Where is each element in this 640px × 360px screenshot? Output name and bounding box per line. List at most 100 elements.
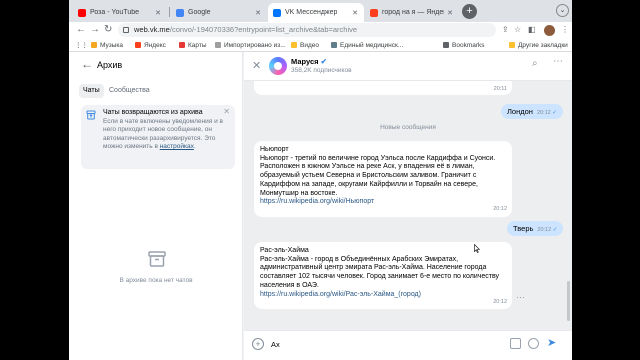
archive-header: ← Архив [69,52,243,78]
message-title: Рас-эль-Хайма [260,247,309,254]
message-title: Ньюпорт [260,146,289,153]
chat-name[interactable]: Маруся ✔ [291,57,327,66]
bookmark-yandex[interactable]: Яндекс [135,40,166,50]
bookmark-other[interactable]: Другие закладки [509,40,568,50]
back-arrow-icon[interactable]: ← [81,57,93,71]
tab-search-button[interactable]: ⌄ [556,4,569,17]
tab-communities[interactable]: Сообщества [109,84,150,98]
bookmark-music[interactable]: Музыка [91,40,123,50]
tab-chats[interactable]: Чаты [79,84,104,98]
message-composer: + ➤ [244,330,572,360]
address-path: /convo/-194070336?entrypoint=list_archiv… [169,25,358,34]
message-actions-icon[interactable]: ⋯ [516,292,525,303]
read-check-icon: ✓ [552,110,557,116]
vk-page: ← Архив Чаты Сообщества Чаты возвращаютс… [69,52,572,360]
message-bubble: 20:11 [254,81,512,95]
forward-icon[interactable]: → [90,23,100,37]
yandex-icon [135,42,141,48]
message-bubble-out: Лондон 20:12 ✓ [501,104,563,119]
back-icon[interactable]: ← [76,23,86,37]
message-text: Рас-эль-Хайма - город в Объединённых Ара… [260,255,500,289]
bookmarks-icon [443,42,449,48]
close-icon[interactable]: ✕ [223,107,230,116]
mouse-cursor-icon [474,244,480,253]
bookmark-label: Импортировано из... [224,41,286,49]
search-icon[interactable]: ⌕ [532,58,538,69]
menu-icon[interactable]: ⋮ [561,24,569,36]
chat-name-text: Маруся [291,57,319,66]
settings-link[interactable]: настройках [160,143,194,150]
more-icon[interactable]: ⋯ [553,56,563,67]
info-tail: . [193,142,196,150]
archive-panel: ← Архив Чаты Сообщества Чаты возвращаютс… [69,52,243,360]
tab-youtube[interactable]: Роза - YouTube ✕ [73,3,167,22]
apps-icon[interactable]: ⋮⋮ [75,40,88,50]
keyboard-icon[interactable] [510,338,521,349]
empty-archive-text: В архиве пока нет чатов [119,277,193,284]
message-text: Лондон [507,107,533,116]
tab-yandex[interactable]: город на я — Яндекс ✕ [365,3,459,22]
vk-icon [273,8,281,17]
message-list: 20:11 Лондон 20:12 ✓ Новые сообщения Ньюп… [244,81,572,330]
tab-label: Роза - YouTube [90,9,140,16]
address-bar[interactable]: web.vk.me/convo/-194070336?entrypoint=li… [118,23,496,37]
reload-icon[interactable]: ↻ [104,23,112,37]
music-icon [91,42,97,48]
message-time: 20:12 ✓ [537,227,558,233]
close-icon[interactable]: ✕ [155,9,161,17]
read-check-icon: ✓ [552,227,558,233]
star-icon[interactable]: ☆ [514,24,521,36]
bookmark-imported[interactable]: Импортировано из... [215,40,286,50]
message-bubble-out: Тверь 20:12 ✓ [507,221,564,236]
tab-vk-messenger[interactable]: VK Мессенджер ✕ [268,3,364,22]
bookmark-bookmarks[interactable]: Bookmarks [443,40,485,50]
extensions-icon[interactable]: ◧ [528,24,536,36]
send-icon[interactable]: ➤ [547,336,556,349]
folder-icon [509,42,515,48]
close-icon[interactable]: ✕ [447,9,453,17]
message-time: 20:11 [493,86,507,92]
bookmarks-bar: ⋮⋮ Музыка Яндекс Карты Импортировано из.… [69,38,572,52]
profile-avatar[interactable] [544,25,555,36]
message-text: Ньюпорт - третий по величине город Уэльс… [260,154,496,197]
archive-box-icon [148,251,166,267]
yandex-icon [370,8,378,17]
tab-label: город на я — Яндекс [382,9,445,16]
archive-title: Архив [97,60,123,70]
folder-icon [215,42,221,48]
message-input[interactable] [271,338,501,351]
tab-label: VK Мессенджер [285,9,338,16]
bookmark-label: Другие закладки [518,41,568,49]
tab-label: Google [188,9,211,16]
close-icon[interactable]: ✕ [255,9,261,17]
attach-icon[interactable]: + [252,338,264,350]
bookmark-medical[interactable]: Единый медицинск... [331,40,403,50]
scrollbar[interactable] [567,281,570,321]
tab-strip: Роза - YouTube ✕ Google ✕ VK Мессенджер … [69,0,572,22]
message-time: 20:12 [493,206,507,213]
subscribers-count: 358,2K подписчиков [291,67,352,74]
info-heading: Чаты возвращаются из архива [103,109,203,116]
tab-separator [169,7,170,17]
address-host: web.vk.me [134,25,170,34]
bookmark-label: Карты [188,41,207,49]
lock-icon [123,27,129,33]
bookmark-video[interactable]: Видео [291,40,319,50]
message-link[interactable]: https://ru.wikipedia.org/wiki/Рас-эль-Ха… [260,291,421,298]
message-link[interactable]: https://ru.wikipedia.org/wiki/Ньюпорт [260,198,374,205]
bookmark-label: Bookmarks [452,41,485,49]
avatar[interactable] [269,57,287,75]
video-icon [291,42,297,48]
bookmark-maps[interactable]: Карты [179,40,207,50]
archive-info-box: Чаты возвращаются из архива Если в чате … [81,105,235,169]
close-icon[interactable]: ✕ [352,9,358,17]
tab-google[interactable]: Google ✕ [171,3,267,22]
bookmark-label: Яндекс [144,41,166,49]
share-icon[interactable]: ⇪ [502,24,509,36]
emoji-icon[interactable] [528,338,539,349]
new-tab-button[interactable]: + [462,4,477,19]
youtube-icon [78,8,86,17]
chat-header: ✕ Маруся ✔ 358,2K подписчиков ⌕ ⋯ [244,52,572,81]
close-icon[interactable]: ✕ [252,59,261,72]
browser-toolbar: ← → ↻ web.vk.me/convo/-194070336?entrypo… [69,22,572,38]
